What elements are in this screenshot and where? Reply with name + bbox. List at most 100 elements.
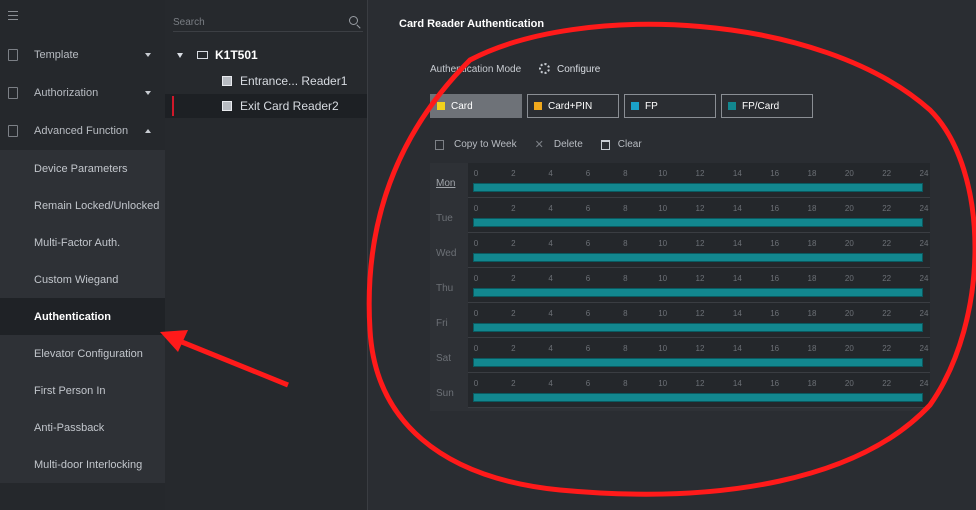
gear-icon[interactable] [539,63,550,74]
hour-tick-label: 10 [658,379,668,388]
schedule-segment[interactable] [473,323,923,332]
hour-tick-label: 0 [473,344,479,353]
hour-tick-label: 18 [807,169,817,178]
time-track[interactable]: 0 2 4 6 8 10 12 14 16 18 20 22 24 [468,338,930,373]
hour-tick-label: 14 [732,379,742,388]
hour-tick-label: 14 [732,344,742,353]
day-label[interactable]: Sun [436,388,454,399]
expand-triangle-icon[interactable] [177,52,183,58]
nav-item-device-parameters[interactable]: Device Parameters [0,150,165,187]
schedule-segment[interactable] [473,253,923,262]
hamburger-menu-icon[interactable] [8,11,18,20]
hour-tick-label: 4 [548,239,553,248]
day-label[interactable]: Mon [436,178,455,189]
time-track[interactable]: 0 2 4 6 8 10 12 14 16 18 20 22 24 [468,373,930,408]
hour-tick-label: 12 [695,309,705,318]
hour-tick-label: 20 [844,204,854,213]
tree-reader-exit[interactable]: Exit Card Reader2 [165,94,367,118]
schedule-row-sat: Sat 0 2 4 6 8 10 12 14 16 18 20 22 24 [430,338,930,373]
chevron-down-icon [145,91,151,95]
nav-item-first-person-in[interactable]: First Person In [0,372,165,409]
time-track[interactable]: 0 2 4 6 8 10 12 14 16 18 20 22 24 [468,198,930,233]
clear-button[interactable]: Clear [600,139,642,150]
hour-tick-label: 2 [511,239,516,248]
nav-group-authorization[interactable]: Authorization [0,74,165,112]
hour-tick-label: 10 [658,239,668,248]
hour-tick-label: 12 [695,379,705,388]
app-window: Template Authorization Advanced Function… [0,0,976,510]
hour-tick-label: 12 [695,239,705,248]
nav-item-anti-passback[interactable]: Anti-Passback [0,409,165,446]
reader-label: Exit Card Reader2 [240,99,339,113]
time-track[interactable]: 0 2 4 6 8 10 12 14 16 18 20 22 24 [468,163,930,198]
nav-item-multi-factor-auth[interactable]: Multi-Factor Auth. [0,224,165,261]
tree-reader-entrance[interactable]: Entrance... Reader1 [165,69,367,93]
nav-group-advanced-function[interactable]: Advanced Function [0,112,165,150]
hour-ticks: 0 2 4 6 8 10 12 14 16 18 20 22 24 [468,309,930,321]
hour-tick-label: 2 [511,379,516,388]
schedule-segment[interactable] [473,218,923,227]
chevron-up-icon [145,129,151,133]
hour-tick-label: 12 [695,274,705,283]
hour-tick-label: 0 [473,204,479,213]
hour-tick-label: 20 [844,274,854,283]
delete-button[interactable]: ✕ Delete [535,138,583,151]
day-label[interactable]: Thu [436,283,453,294]
fp-card-color-swatch [728,102,736,110]
hour-tick-label: 14 [732,204,742,213]
hour-tick-label: 16 [770,379,780,388]
hour-tick-label: 8 [623,344,628,353]
mode-card-pin-button[interactable]: Card+PIN [527,94,619,118]
tree-root-node[interactable]: K1T501 [177,48,258,62]
nav-item-custom-wiegand[interactable]: Custom Wiegand [0,261,165,298]
hour-tick-label: 16 [770,169,780,178]
search-icon[interactable] [349,16,358,25]
nav-item-remain-locked-unlocked[interactable]: Remain Locked/Unlocked [0,187,165,224]
hour-tick-label: 8 [623,309,628,318]
time-track[interactable]: 0 2 4 6 8 10 12 14 16 18 20 22 24 [468,233,930,268]
main-content: Card Reader Authentication Authenticatio… [369,0,976,510]
copy-to-week-button[interactable]: Copy to Week [435,139,517,150]
day-label[interactable]: Wed [436,248,456,259]
card-color-swatch [437,102,445,110]
authentication-mode-selector: Card Card+PIN FP FP/Card [430,94,813,118]
nav-item-elevator-configuration[interactable]: Elevator Configuration [0,335,165,372]
nav-item-multi-door-interlocking[interactable]: Multi-door Interlocking [0,446,165,483]
hour-tick-label: 20 [844,169,854,178]
hour-tick-label: 20 [844,239,854,248]
schedule-segment[interactable] [473,393,923,402]
hour-tick-label: 0 [473,169,479,178]
hour-tick-label: 18 [807,204,817,213]
page-title: Card Reader Authentication [399,18,545,30]
hour-tick-label: 18 [807,239,817,248]
hour-tick-label: 4 [548,169,553,178]
schedule-segment[interactable] [473,288,923,297]
hour-tick-label: 8 [623,239,628,248]
hour-tick-label: 8 [623,204,628,213]
hour-tick-label: 12 [695,169,705,178]
mode-fp-button[interactable]: FP [624,94,716,118]
schedule-row-sun: Sun 0 2 4 6 8 10 12 14 16 18 20 22 24 [430,373,930,408]
search-input[interactable] [173,12,333,33]
configure-link[interactable]: Configure [557,64,600,75]
device-tree-panel: K1T501 Entrance... Reader1 Exit Card Rea… [165,0,368,510]
hour-tick-label: 0 [473,379,479,388]
chevron-down-icon [145,53,151,57]
mode-fp-card-button[interactable]: FP/Card [721,94,813,118]
time-track[interactable]: 0 2 4 6 8 10 12 14 16 18 20 22 24 [468,303,930,338]
time-track[interactable]: 0 2 4 6 8 10 12 14 16 18 20 22 24 [468,268,930,303]
schedule-segment[interactable] [473,183,923,192]
mode-card-button[interactable]: Card [430,94,522,118]
nav-item-authentication[interactable]: Authentication [0,298,165,335]
day-label[interactable]: Fri [436,318,448,329]
day-label[interactable]: Tue [436,213,453,224]
hour-tick-label: 10 [658,204,668,213]
hour-tick-label: 18 [807,379,817,388]
hour-tick-label: 6 [585,274,591,283]
hour-tick-label: 0 [473,274,479,283]
schedule-segment[interactable] [473,358,923,367]
nav-group-template[interactable]: Template [0,36,165,74]
hour-ticks: 0 2 4 6 8 10 12 14 16 18 20 22 24 [468,239,930,251]
lock-icon [8,87,18,99]
day-label[interactable]: Sat [436,353,451,364]
